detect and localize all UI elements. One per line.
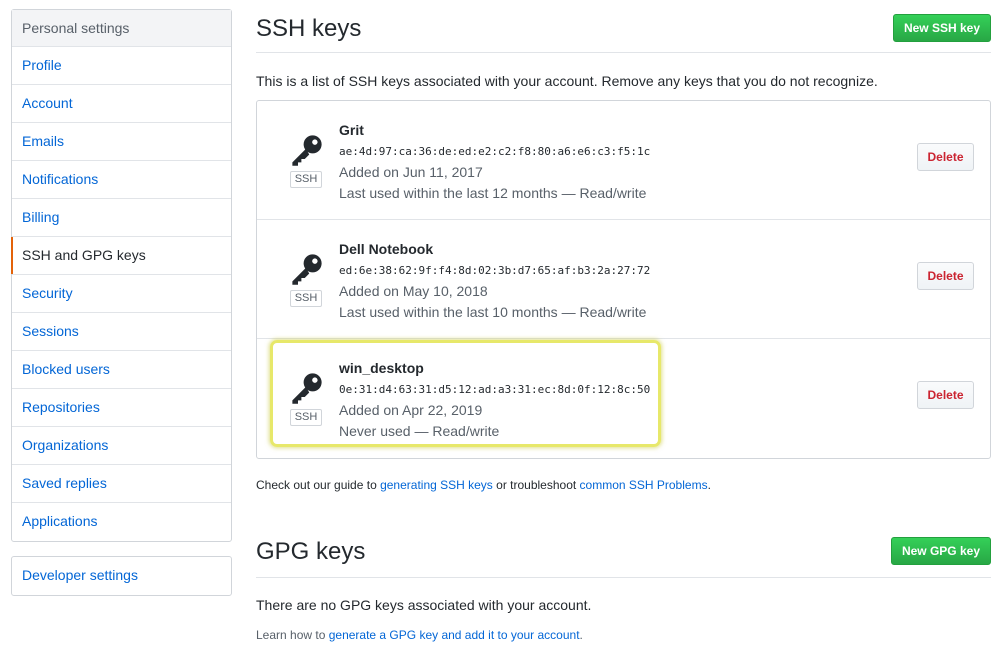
sidebar-item-sessions[interactable]: Sessions (12, 313, 231, 351)
sidebar-item-developer-settings[interactable]: Developer settings (12, 557, 231, 595)
ssh-section-header: SSH keys New SSH key (256, 0, 991, 53)
gpg-section-header: GPG keys New GPG key (256, 525, 991, 578)
ssh-key-title: Dell Notebook (339, 241, 434, 257)
common-ssh-problems-link[interactable]: common SSH Problems (580, 478, 708, 492)
ssh-key-added-date: Added on May 10, 2018 (339, 283, 488, 299)
delete-ssh-key-button[interactable]: Delete (917, 381, 974, 409)
guide-middle: or troubleshoot (492, 478, 580, 492)
sidebar-item-emails[interactable]: Emails (12, 123, 231, 161)
developer-sidebar: Developer settings (11, 556, 232, 596)
ssh-key-row: SSH Dell Notebook ed:6e:38:62:9f:f4:8d:0… (257, 220, 990, 339)
learn-suffix: . (579, 628, 583, 642)
ssh-key-row: SSH win_desktop 0e:31:d4:63:31:d5:12:ad:… (257, 339, 990, 458)
new-gpg-key-button[interactable]: New GPG key (890, 537, 991, 565)
delete-ssh-key-button[interactable]: Delete (917, 143, 974, 171)
sidebar-item-saved-replies[interactable]: Saved replies (12, 465, 231, 503)
sidebar-header: Personal settings (12, 10, 231, 47)
guide-suffix: . (707, 478, 711, 492)
main-content: SSH keys New SSH key This is a list of S… (256, 0, 991, 642)
ssh-key-last-used: Last used within the last 10 months — Re… (339, 304, 647, 320)
ssh-keys-title: SSH keys (256, 15, 362, 42)
ssh-keys-list: SSH Grit ae:4d:97:ca:36:de:ed:e2:c2:f8:8… (256, 100, 991, 459)
sidebar-item-repositories[interactable]: Repositories (12, 389, 231, 427)
sidebar-item-organizations[interactable]: Organizations (12, 427, 231, 465)
sidebar-item-billing[interactable]: Billing (12, 199, 231, 237)
gpg-keys-title: GPG keys (256, 538, 366, 565)
ssh-key-fingerprint: ae:4d:97:ca:36:de:ed:e2:c2:f8:80:a6:e6:c… (339, 145, 651, 158)
sidebar-item-profile[interactable]: Profile (12, 47, 231, 85)
key-icon (292, 135, 322, 166)
sidebar-item-account[interactable]: Account (12, 85, 231, 123)
ssh-key-last-used: Never used — Read/write (339, 423, 500, 439)
ssh-key-title: Grit (339, 122, 364, 138)
ssh-key-row: SSH Grit ae:4d:97:ca:36:de:ed:e2:c2:f8:8… (257, 101, 990, 220)
ssh-key-last-used: Last used within the last 12 months — Re… (339, 185, 647, 201)
delete-ssh-key-button[interactable]: Delete (917, 262, 974, 290)
gpg-learn-text: Learn how to generate a GPG key and add … (256, 628, 583, 642)
sidebar-item-applications[interactable]: Applications (12, 503, 231, 541)
sidebar-item-security[interactable]: Security (12, 275, 231, 313)
ssh-key-title: win_desktop (339, 360, 424, 376)
ssh-key-type-badge: SSH (290, 409, 322, 426)
generating-ssh-keys-link[interactable]: generating SSH keys (380, 478, 493, 492)
guide-prefix: Check out our guide to (256, 478, 381, 492)
gpg-empty-text: There are no GPG keys associated with yo… (256, 597, 592, 613)
ssh-key-type-badge: SSH (290, 171, 322, 188)
new-ssh-key-button[interactable]: New SSH key (892, 14, 991, 42)
ssh-guide-text: Check out our guide to generating SSH ke… (256, 478, 711, 492)
generate-gpg-key-link[interactable]: generate a GPG key and add it to your ac… (329, 628, 580, 642)
key-icon (292, 373, 322, 404)
sidebar-item-notifications[interactable]: Notifications (12, 161, 231, 199)
learn-prefix: Learn how to (256, 628, 329, 642)
ssh-key-fingerprint: 0e:31:d4:63:31:d5:12:ad:a3:31:ec:8d:0f:1… (339, 383, 651, 396)
settings-sidebar: Personal settings Profile Account Emails… (11, 9, 232, 542)
ssh-key-added-date: Added on Jun 11, 2017 (339, 164, 483, 180)
sidebar-item-blocked-users[interactable]: Blocked users (12, 351, 231, 389)
ssh-key-fingerprint: ed:6e:38:62:9f:f4:8d:02:3b:d7:65:af:b3:2… (339, 264, 651, 277)
ssh-intro-text: This is a list of SSH keys associated wi… (256, 73, 878, 89)
key-icon (292, 254, 322, 285)
ssh-key-added-date: Added on Apr 22, 2019 (339, 402, 483, 418)
ssh-key-type-badge: SSH (290, 290, 322, 307)
sidebar-item-ssh-gpg-keys[interactable]: SSH and GPG keys (11, 237, 231, 275)
